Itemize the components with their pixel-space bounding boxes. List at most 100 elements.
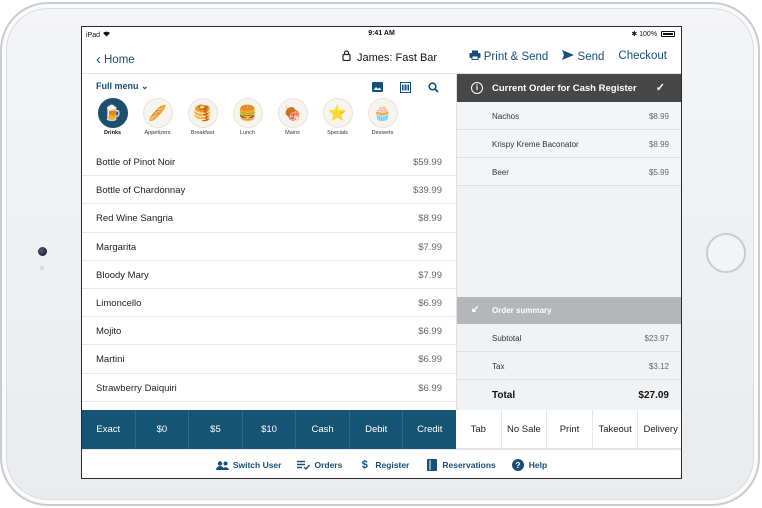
dollar-icon: $ <box>361 459 368 471</box>
category-label: Specials <box>327 130 348 136</box>
tab-label: Orders <box>314 460 343 470</box>
print-button[interactable]: Print <box>547 410 593 448</box>
menu-item-list: Bottle of Pinot Noir $59.99 Bottle of Cha… <box>82 148 456 402</box>
total-label: Total <box>492 390 516 401</box>
image-icon[interactable] <box>370 80 384 94</box>
item-name: Martini <box>96 354 125 366</box>
list-item[interactable]: Margarita $7.99 <box>82 233 456 261</box>
home-back-button[interactable]: ‹ Home <box>96 50 135 68</box>
list-item[interactable]: Red Wine Sangria $8.99 <box>82 204 456 233</box>
subtotal-label: Subtotal <box>492 334 522 343</box>
bread-icon: 🥖 <box>142 98 173 128</box>
app-screen: iPad 9:41 AM ✱ 100% ‹ Home James: Fast Ba… <box>81 26 682 479</box>
credit-button[interactable]: Credit <box>403 410 456 449</box>
check-icon[interactable]: ✓ <box>656 81 665 94</box>
category-specials[interactable]: ⭐ Specials <box>321 98 354 136</box>
takeout-button[interactable]: Takeout <box>593 410 639 448</box>
order-line-name: Beer <box>492 168 509 177</box>
cupcake-icon: 🧁 <box>367 98 398 128</box>
category-lunch[interactable]: 🍔 Lunch <box>231 98 264 136</box>
tab-label: Switch User <box>232 460 282 470</box>
star-icon: ⭐ <box>322 98 353 128</box>
category-label: Appetizers <box>144 130 171 136</box>
search-icon[interactable] <box>426 80 440 94</box>
clock: 9:41 AM <box>368 30 395 37</box>
five-dollar-button[interactable]: $5 <box>189 410 243 449</box>
cash-button[interactable]: Cash <box>296 410 350 449</box>
order-line[interactable]: Beer $5.99 <box>457 158 681 186</box>
list-item[interactable]: Limoncello $6.99 <box>82 289 456 318</box>
payment-bar: Exact $0 $5 $10 Cash Debit Credit <box>82 410 456 449</box>
send-button[interactable]: Send <box>562 50 604 63</box>
category-mains[interactable]: 🍖 Mains <box>276 98 309 136</box>
tab-orders[interactable]: Orders <box>297 459 342 471</box>
order-header: i Current Order for Cash Register ✓ <box>457 74 681 102</box>
bottom-tab-bar: Switch User Orders $ Register Reservatio… <box>82 449 681 478</box>
tab-switch-user[interactable]: Switch User <box>215 459 282 471</box>
list-item[interactable]: Strawberry Daiquiri $6.99 <box>82 374 456 402</box>
svg-text:?: ? <box>516 460 521 470</box>
list-item[interactable]: Bloody Mary $7.99 <box>82 261 456 289</box>
item-name: Bottle of Chardonnay <box>96 185 186 197</box>
order-panel: i Current Order for Cash Register ✓ Nach… <box>456 74 681 410</box>
menu-tools <box>370 80 440 94</box>
list-item[interactable]: Martini $6.99 <box>82 345 456 374</box>
print-send-button[interactable]: Print & Send <box>469 50 548 63</box>
category-label: Mains <box>285 130 300 136</box>
tab-register[interactable]: $ Register <box>358 459 410 471</box>
tab-help[interactable]: ? Help <box>512 459 547 471</box>
ten-dollar-button[interactable]: $10 <box>243 410 297 449</box>
battery-status: ✱ 100% <box>631 30 675 38</box>
menu-selector-label: Full menu <box>96 81 139 91</box>
category-desserts[interactable]: 🧁 Desserts <box>366 98 399 136</box>
category-label: Drinks <box>103 130 122 136</box>
bluetooth-icon: ✱ <box>631 31 638 38</box>
list-item[interactable]: Bottle of Chardonnay $39.99 <box>82 176 456 205</box>
send-icon <box>562 50 575 60</box>
order-summary-header[interactable]: ↙ Order summary <box>457 297 681 324</box>
category-breakfast[interactable]: 🥞 Breakfast <box>186 98 219 136</box>
item-price: $6.99 <box>418 326 442 338</box>
menu-selector[interactable]: Full menu ⌄ <box>96 81 149 92</box>
status-bar: iPad 9:41 AM ✱ 100% <box>82 27 681 42</box>
book-icon <box>425 459 438 471</box>
item-name: Strawberry Daiquiri <box>96 382 177 394</box>
exact-button[interactable]: Exact <box>82 410 136 449</box>
sensor-dot <box>40 266 44 270</box>
checkout-button[interactable]: Checkout <box>618 50 667 63</box>
list-item[interactable]: Mojito $6.99 <box>82 317 456 346</box>
info-icon[interactable]: i <box>471 82 483 94</box>
category-bar: 🍺 Drinks 🥖 Appetizers 🥞 Breakfast 🍔 Lunc… <box>96 98 399 136</box>
summary-title: Order summary <box>492 306 552 315</box>
tab-label: Help <box>528 460 548 470</box>
title-text: James: Fast Bar <box>357 52 438 64</box>
category-appetizers[interactable]: 🥖 Appetizers <box>141 98 174 136</box>
order-line[interactable]: Krispy Kreme Baconator $8.99 <box>457 130 681 158</box>
users-icon <box>215 459 229 471</box>
back-label: Home <box>104 54 135 66</box>
debit-button[interactable]: Debit <box>350 410 404 449</box>
barcode-icon[interactable] <box>398 80 412 94</box>
nav-actions: Print & Send Send Checkout <box>469 50 667 63</box>
item-price: $39.99 <box>412 185 442 197</box>
nav-bar: ‹ Home James: Fast Bar Print & Send Send … <box>82 42 681 74</box>
order-line[interactable]: Nachos $8.99 <box>457 102 681 130</box>
help-icon: ? <box>512 459 525 471</box>
battery-percent: 100% <box>639 31 658 38</box>
list-item[interactable]: Bottle of Pinot Noir $59.99 <box>82 148 456 177</box>
item-price: $59.99 <box>412 157 442 168</box>
tab-label: Reservations <box>442 460 496 470</box>
zero-dollar-button[interactable]: $0 <box>136 410 190 449</box>
total-row: Total $27.09 <box>457 380 681 408</box>
chevron-down-icon: ⌄ <box>141 81 149 91</box>
category-drinks[interactable]: 🍺 Drinks <box>96 98 129 136</box>
no-sale-button[interactable]: No Sale <box>502 410 548 448</box>
home-button[interactable] <box>706 233 746 273</box>
order-line-price: $8.99 <box>648 140 669 149</box>
category-label: Breakfast <box>190 130 215 136</box>
order-line-price: $8.99 <box>648 112 669 121</box>
delivery-button[interactable]: Delivery <box>638 410 681 448</box>
tab-reservations[interactable]: Reservations <box>425 459 496 471</box>
tab-button[interactable]: Tab <box>456 410 502 448</box>
chevron-left-icon: ‹ <box>96 51 101 68</box>
